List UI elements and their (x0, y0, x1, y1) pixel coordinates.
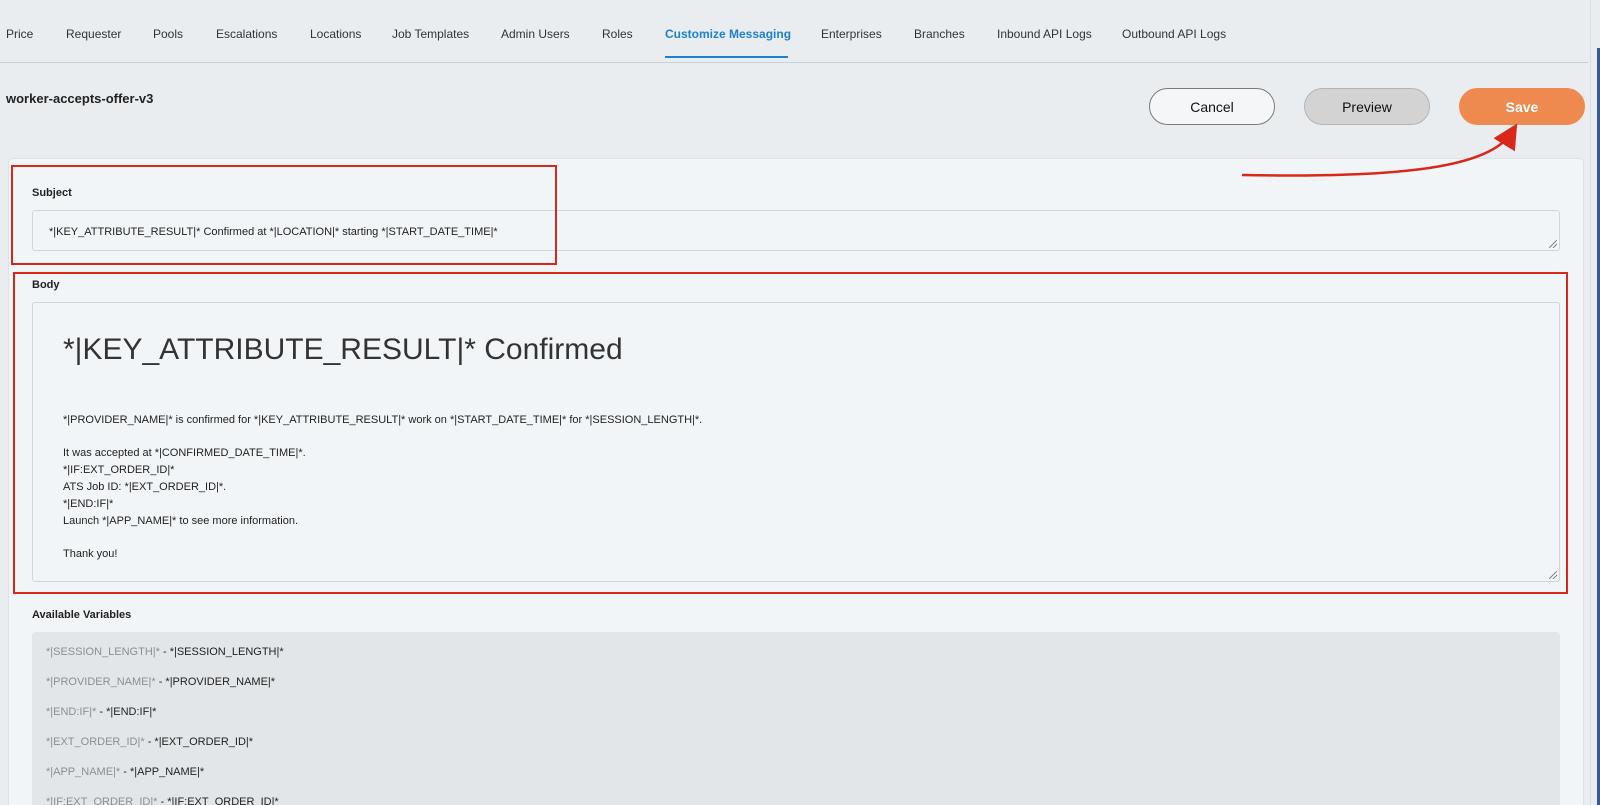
body-line: It was accepted at *|CONFIRMED_DATE_TIME… (63, 447, 306, 459)
save-button[interactable]: Save (1459, 88, 1585, 125)
body-line: Thank you! (63, 548, 118, 560)
available-variables-label: Available Variables (32, 609, 132, 621)
variable-item[interactable]: *|APP_NAME|* - *|APP_NAME|* (46, 766, 204, 778)
variable-item[interactable]: *|IF:EXT_ORDER_ID|* - *|IF:EXT_ORDER_ID|… (46, 796, 279, 805)
body-line: Launch *|APP_NAME|* to see more informat… (63, 515, 298, 527)
preview-button[interactable]: Preview (1304, 88, 1430, 125)
resize-handle-icon[interactable] (1549, 240, 1557, 248)
body-line: *|END:IF|* (63, 498, 114, 510)
body-line: *|PROVIDER_NAME|* is confirmed for *|KEY… (63, 414, 703, 426)
body-label: Body (32, 279, 60, 291)
variable-item[interactable]: *|SESSION_LENGTH|* - *|SESSION_LENGTH|* (46, 646, 284, 658)
tab-inbound-api-logs[interactable]: Inbound API Logs (997, 27, 1092, 41)
tab-requester[interactable]: Requester (66, 27, 121, 41)
window-edge (1590, 0, 1600, 805)
tab-branches[interactable]: Branches (914, 27, 965, 41)
body-line: *|IF:EXT_ORDER_ID|* (63, 464, 175, 476)
variable-item[interactable]: *|EXT_ORDER_ID|* - *|EXT_ORDER_ID|* (46, 736, 253, 748)
tab-enterprises[interactable]: Enterprises (821, 27, 882, 41)
tab-customize-messaging[interactable]: Customize Messaging (665, 27, 791, 41)
available-variables-list: *|SESSION_LENGTH|* - *|SESSION_LENGTH|* … (32, 632, 1560, 805)
subject-input[interactable]: *|KEY_ATTRIBUTE_RESULT|* Confirmed at *|… (32, 210, 1560, 251)
subject-value: *|KEY_ATTRIBUTE_RESULT|* Confirmed at *|… (49, 226, 498, 238)
page-title: worker-accepts-offer-v3 (6, 91, 154, 106)
cancel-button[interactable]: Cancel (1149, 88, 1275, 125)
tab-escalations[interactable]: Escalations (216, 27, 277, 41)
tab-pools[interactable]: Pools (153, 27, 183, 41)
tab-price[interactable]: Price (6, 27, 33, 41)
tab-admin-users[interactable]: Admin Users (501, 27, 570, 41)
tab-job-templates[interactable]: Job Templates (392, 27, 469, 41)
tab-roles[interactable]: Roles (602, 27, 633, 41)
tab-outbound-api-logs[interactable]: Outbound API Logs (1122, 27, 1226, 41)
subject-label: Subject (32, 187, 72, 199)
body-heading: *|KEY_ATTRIBUTE_RESULT|* Confirmed (63, 333, 623, 366)
tab-locations[interactable]: Locations (310, 27, 361, 41)
active-tab-indicator (665, 56, 788, 58)
variable-item[interactable]: *|PROVIDER_NAME|* - *|PROVIDER_NAME|* (46, 676, 275, 688)
top-nav: Price Requester Pools Escalations Locati… (0, 0, 1588, 63)
variable-item[interactable]: *|END:IF|* - *|END:IF|* (46, 706, 156, 718)
body-line: ATS Job ID: *|EXT_ORDER_ID|*. (63, 481, 227, 493)
body-textarea[interactable]: *|KEY_ATTRIBUTE_RESULT|* Confirmed *|PRO… (32, 302, 1560, 582)
resize-handle-icon[interactable] (1549, 571, 1557, 579)
